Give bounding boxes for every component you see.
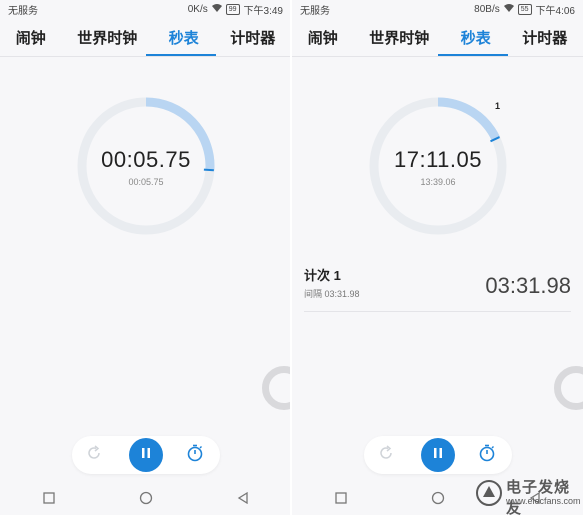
lap-count-badge: 1 bbox=[495, 101, 501, 111]
elapsed-time: 17:11.05 bbox=[393, 147, 482, 172]
carrier-label: 无服务 bbox=[300, 5, 330, 17]
pause-icon bbox=[432, 446, 444, 464]
tab-alarm[interactable]: 闹钟 bbox=[304, 19, 342, 56]
lap-total-time: 03:31.98 bbox=[485, 273, 571, 298]
carrier-label: 无服务 bbox=[8, 5, 38, 17]
nav-recent-button[interactable] bbox=[326, 489, 356, 511]
lap-divider bbox=[304, 311, 571, 312]
reset-button[interactable] bbox=[84, 444, 104, 466]
network-speed: 0K/s bbox=[187, 3, 208, 15]
pause-button[interactable] bbox=[421, 438, 455, 472]
tab-timer[interactable]: 计时器 bbox=[226, 19, 279, 56]
reset-icon bbox=[378, 444, 394, 466]
status-bar: 无服务 0K/s 99 下午3:49 bbox=[0, 0, 291, 18]
tab-stopwatch[interactable]: 秒表 bbox=[457, 19, 495, 56]
nav-recent-icon bbox=[334, 491, 347, 509]
clock-time: 下午4:06 bbox=[535, 5, 575, 17]
stopwatch-dial: 00:05.75 00:05.75 bbox=[75, 95, 217, 237]
nav-home-icon bbox=[431, 491, 445, 510]
active-tab-indicator bbox=[438, 54, 508, 56]
floating-ring-handle[interactable] bbox=[262, 366, 291, 410]
elapsed-time: 00:05.75 bbox=[101, 147, 191, 172]
stopwatch-lap-icon bbox=[478, 444, 496, 467]
watermark: 电子发烧友 www.elecfans.com bbox=[472, 472, 582, 517]
watermark-url: www.elecfans.com bbox=[506, 496, 581, 506]
phone-screen-left: 无服务 0K/s 99 下午3:49 闹钟 世界时钟 秒表 计时器 00:05.… bbox=[0, 0, 291, 515]
phone-screen-right: 无服务 80B/s 55 下午4:06 闹钟 世界时钟 秒表 计时器 17:11… bbox=[292, 0, 583, 515]
nav-home-button[interactable] bbox=[131, 489, 161, 511]
system-nav-bar bbox=[0, 485, 291, 515]
battery-icon: 55 bbox=[517, 3, 532, 15]
nav-home-button[interactable] bbox=[423, 489, 453, 511]
tab-stopwatch[interactable]: 秒表 bbox=[165, 19, 203, 56]
battery-icon: 99 bbox=[225, 3, 240, 15]
lap-button[interactable] bbox=[476, 444, 498, 466]
tab-divider bbox=[0, 56, 291, 57]
nav-back-icon bbox=[237, 491, 249, 509]
wifi-icon bbox=[211, 3, 222, 15]
nav-home-icon bbox=[139, 491, 153, 510]
stopwatch-lap-icon bbox=[186, 444, 204, 467]
stopwatch-dial: 17:11.05 13:39.06 1 bbox=[367, 95, 509, 237]
tab-alarm[interactable]: 闹钟 bbox=[12, 19, 50, 56]
tab-bar: 闹钟 世界时钟 秒表 计时器 bbox=[292, 18, 583, 56]
reset-icon bbox=[86, 444, 102, 466]
tab-timer[interactable]: 计时器 bbox=[518, 19, 571, 56]
control-bar bbox=[72, 436, 220, 474]
lap-split: 间隔 03:31.98 bbox=[304, 289, 360, 299]
tab-world-clock[interactable]: 世界时钟 bbox=[73, 19, 141, 56]
active-tab-indicator bbox=[146, 54, 216, 56]
nav-recent-icon bbox=[42, 491, 55, 509]
lap-time: 13:39.06 bbox=[420, 177, 456, 187]
control-bar bbox=[364, 436, 512, 474]
tab-world-clock[interactable]: 世界时钟 bbox=[365, 19, 433, 56]
tab-divider bbox=[292, 56, 583, 57]
lap-button[interactable] bbox=[184, 444, 206, 466]
nav-recent-button[interactable] bbox=[34, 489, 64, 511]
pause-button[interactable] bbox=[129, 438, 163, 472]
network-speed: 80B/s bbox=[474, 3, 500, 15]
reset-button[interactable] bbox=[376, 444, 396, 466]
tab-bar: 闹钟 世界时钟 秒表 计时器 bbox=[0, 18, 291, 56]
lap-time: 00:05.75 bbox=[128, 177, 164, 187]
lap-title: 计次 1 bbox=[304, 268, 341, 283]
floating-ring-handle[interactable] bbox=[554, 366, 583, 410]
clock-time: 下午3:49 bbox=[243, 5, 283, 17]
pause-icon bbox=[140, 446, 152, 464]
lap-list-item: 计次 1 间隔 03:31.98 03:31.98 bbox=[304, 265, 571, 313]
wifi-icon bbox=[503, 3, 514, 15]
nav-back-button[interactable] bbox=[228, 489, 258, 511]
status-bar: 无服务 80B/s 55 下午4:06 bbox=[292, 0, 583, 18]
